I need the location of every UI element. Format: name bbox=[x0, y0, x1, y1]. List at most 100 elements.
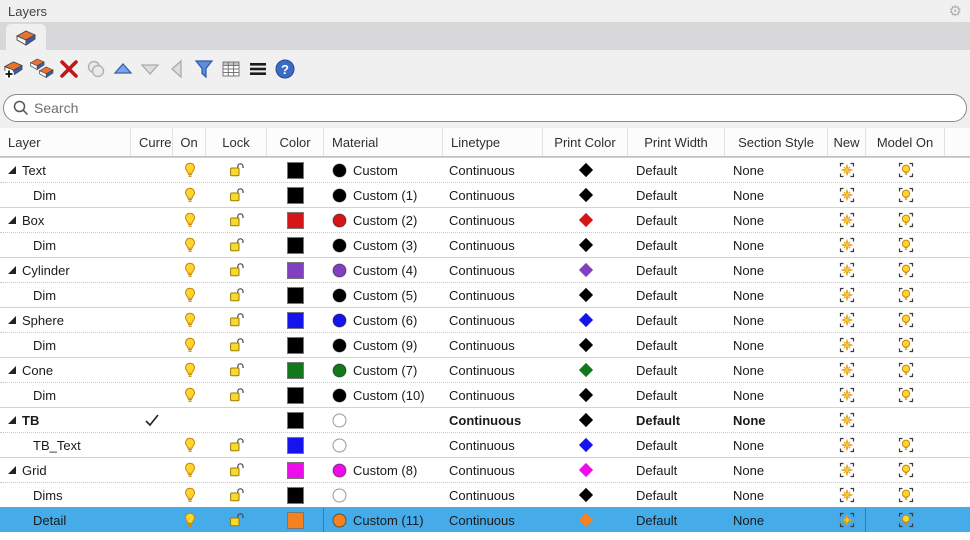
model-on-bulb-icon[interactable] bbox=[898, 362, 914, 378]
layer-on-cell[interactable] bbox=[173, 383, 206, 407]
layer-lock-cell[interactable] bbox=[206, 158, 267, 182]
new-detail-cell[interactable] bbox=[828, 333, 866, 357]
table-row[interactable]: Grid Custom (8) Continuous D bbox=[0, 457, 970, 482]
layer-on-cell[interactable] bbox=[173, 483, 206, 507]
layer-tools-menu-button[interactable] bbox=[245, 56, 271, 82]
new-detail-cell[interactable] bbox=[828, 383, 866, 407]
section-style-cell[interactable]: None bbox=[725, 458, 828, 482]
print-width-cell[interactable]: Default bbox=[628, 183, 725, 207]
color-swatch[interactable] bbox=[287, 462, 304, 479]
layer-lock-cell[interactable] bbox=[206, 358, 267, 382]
bulb-on-icon[interactable] bbox=[182, 337, 198, 353]
color-swatch[interactable] bbox=[287, 412, 304, 429]
print-width-cell[interactable]: Default bbox=[628, 233, 725, 257]
layer-on-cell[interactable] bbox=[173, 408, 206, 432]
linetype-cell[interactable]: Continuous bbox=[443, 283, 543, 307]
table-row[interactable]: Dim Custom (3) Continuous De bbox=[0, 232, 970, 257]
material-cell[interactable]: Custom (4) bbox=[324, 258, 443, 282]
move-layer-down-button[interactable] bbox=[137, 56, 163, 82]
layer-on-cell[interactable] bbox=[173, 308, 206, 332]
layer-lock-cell[interactable] bbox=[206, 458, 267, 482]
col-header-on[interactable]: On bbox=[173, 128, 206, 156]
model-on-cell[interactable] bbox=[866, 333, 945, 357]
bulb-on-icon[interactable] bbox=[182, 262, 198, 278]
section-style-cell[interactable]: None bbox=[725, 383, 828, 407]
new-layer-button[interactable] bbox=[2, 56, 28, 82]
linetype-cell[interactable]: Continuous bbox=[443, 483, 543, 507]
lock-open-icon[interactable] bbox=[228, 212, 245, 228]
current-layer-cell[interactable] bbox=[131, 208, 173, 232]
column-settings-button[interactable] bbox=[218, 56, 244, 82]
new-detail-icon[interactable] bbox=[839, 462, 855, 478]
layer-on-cell[interactable] bbox=[173, 458, 206, 482]
layer-lock-cell[interactable] bbox=[206, 233, 267, 257]
lock-open-icon[interactable] bbox=[228, 187, 245, 203]
print-color-cell[interactable] bbox=[543, 408, 628, 432]
lock-open-icon[interactable] bbox=[228, 337, 245, 353]
layer-on-cell[interactable] bbox=[173, 508, 206, 532]
layer-lock-cell[interactable] bbox=[206, 408, 267, 432]
col-header-color[interactable]: Color bbox=[267, 128, 324, 156]
bulb-on-icon[interactable] bbox=[182, 362, 198, 378]
section-style-cell[interactable]: None bbox=[725, 233, 828, 257]
print-width-cell[interactable]: Default bbox=[628, 308, 725, 332]
layer-name-cell[interactable]: Dim bbox=[0, 183, 131, 207]
model-on-cell[interactable] bbox=[866, 233, 945, 257]
col-header-print-width[interactable]: Print Width bbox=[628, 128, 725, 156]
lock-open-icon[interactable] bbox=[228, 362, 245, 378]
col-header-current[interactable]: Current bbox=[131, 128, 173, 156]
lock-open-icon[interactable] bbox=[228, 287, 245, 303]
lock-open-icon[interactable] bbox=[228, 512, 245, 528]
new-detail-icon[interactable] bbox=[839, 437, 855, 453]
bulb-on-icon[interactable] bbox=[182, 287, 198, 303]
table-row[interactable]: Dim Custom (5) Continuous De bbox=[0, 282, 970, 307]
bulb-on-icon[interactable] bbox=[182, 312, 198, 328]
color-swatch[interactable] bbox=[287, 262, 304, 279]
new-detail-cell[interactable] bbox=[828, 408, 866, 432]
bulb-on-icon[interactable] bbox=[182, 237, 198, 253]
material-cell[interactable]: Custom (6) bbox=[324, 308, 443, 332]
expander-icon[interactable] bbox=[8, 416, 16, 424]
layer-name-cell[interactable]: Grid bbox=[0, 458, 131, 482]
layer-lock-cell[interactable] bbox=[206, 483, 267, 507]
new-detail-icon[interactable] bbox=[839, 287, 855, 303]
print-width-cell[interactable]: Default bbox=[628, 383, 725, 407]
layer-on-cell[interactable] bbox=[173, 358, 206, 382]
model-on-bulb-icon[interactable] bbox=[898, 512, 914, 528]
lock-open-icon[interactable] bbox=[228, 237, 245, 253]
table-row[interactable]: Cone Custom (7) Continuous D bbox=[0, 357, 970, 382]
print-color-cell[interactable] bbox=[543, 308, 628, 332]
bulb-on-icon[interactable] bbox=[182, 512, 198, 528]
color-swatch[interactable] bbox=[287, 237, 304, 254]
print-width-cell[interactable]: Default bbox=[628, 208, 725, 232]
search-input[interactable] bbox=[3, 94, 967, 122]
layer-name-cell[interactable]: Text bbox=[0, 158, 131, 182]
print-color-cell[interactable] bbox=[543, 208, 628, 232]
model-on-bulb-icon[interactable] bbox=[898, 287, 914, 303]
table-row[interactable]: Dim Custom (9) Continuous De bbox=[0, 332, 970, 357]
current-layer-cell[interactable] bbox=[131, 283, 173, 307]
col-header-section-style[interactable]: Section Style bbox=[725, 128, 828, 156]
section-style-cell[interactable]: None bbox=[725, 283, 828, 307]
color-swatch[interactable] bbox=[287, 512, 304, 529]
print-color-cell[interactable] bbox=[543, 233, 628, 257]
new-detail-cell[interactable] bbox=[828, 183, 866, 207]
linetype-cell[interactable]: Continuous bbox=[443, 158, 543, 182]
material-cell[interactable]: Custom (11) bbox=[324, 508, 443, 532]
col-header-material[interactable]: Material bbox=[324, 128, 443, 156]
layer-on-cell[interactable] bbox=[173, 183, 206, 207]
layer-color-cell[interactable] bbox=[267, 358, 324, 382]
lock-open-icon[interactable] bbox=[228, 262, 245, 278]
current-layer-cell[interactable] bbox=[131, 158, 173, 182]
new-detail-cell[interactable] bbox=[828, 208, 866, 232]
new-detail-cell[interactable] bbox=[828, 508, 866, 532]
color-swatch[interactable] bbox=[287, 337, 304, 354]
layer-color-cell[interactable] bbox=[267, 158, 324, 182]
print-color-cell[interactable] bbox=[543, 508, 628, 532]
material-cell[interactable] bbox=[324, 408, 443, 432]
table-row[interactable]: Box Custom (2) Continuous De bbox=[0, 207, 970, 232]
current-layer-cell[interactable] bbox=[131, 483, 173, 507]
print-width-cell[interactable]: Default bbox=[628, 283, 725, 307]
move-layer-up-button[interactable] bbox=[110, 56, 136, 82]
current-layer-cell[interactable] bbox=[131, 358, 173, 382]
